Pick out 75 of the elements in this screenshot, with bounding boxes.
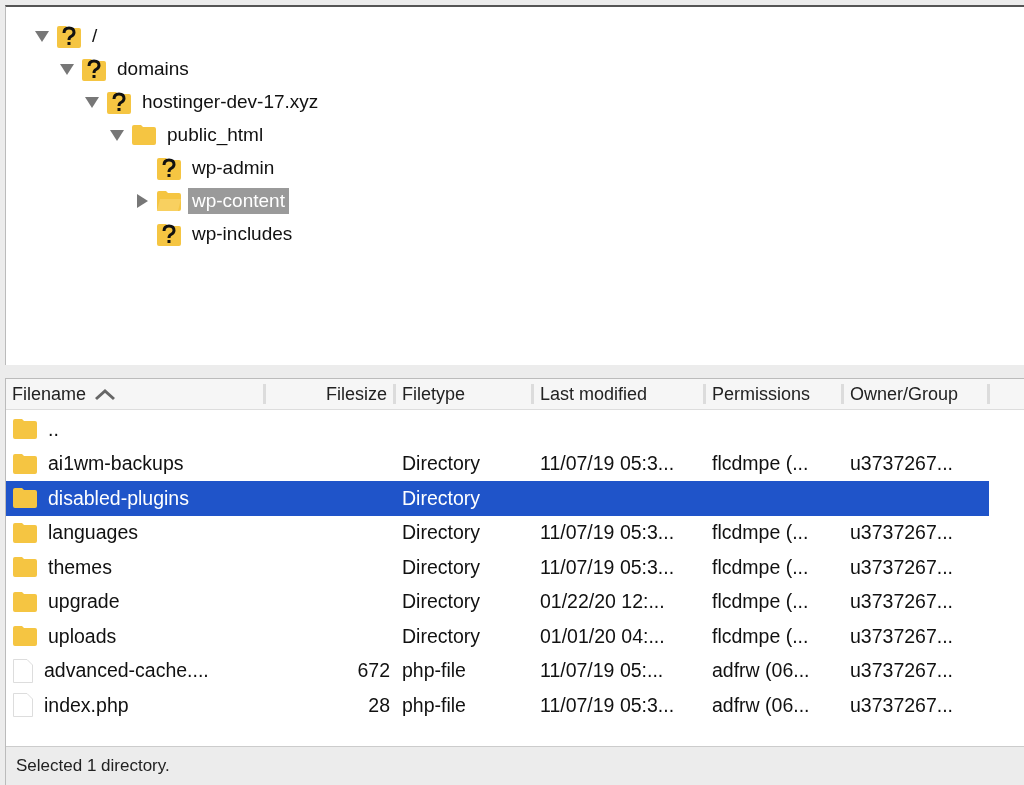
file-row[interactable]: ai1wm-backups Directory 11/07/19 05:3... flcdmpe (... u3737267... (6, 446, 989, 481)
column-header[interactable]: Filetype (402, 383, 466, 405)
file-row[interactable]: index.php 28 php-file 11/07/19 05:3... adfrw (06... u3737267... (6, 688, 989, 723)
file-row[interactable]: .. (6, 412, 989, 447)
file-row[interactable]: advanced-cache.... 672 php-file 11/07/19 05:... adfrw (06... u3737267... (6, 653, 989, 688)
table-cell: flcdmpe (... (712, 555, 809, 579)
table-cell: 11/07/19 05:3... (540, 555, 675, 579)
column-header[interactable]: Permissions (712, 383, 811, 405)
file-icon (12, 692, 34, 719)
table-cell: u3737267... (850, 659, 953, 683)
table-cell: 672 (357, 659, 390, 683)
table-cell: 11/07/19 05:... (540, 659, 664, 683)
table-cell: Directory (402, 521, 480, 545)
table-cell: 28 (368, 693, 390, 717)
tree-item[interactable]: wp-admin (188, 154, 279, 181)
table-cell: 01/01/20 04:... (540, 624, 665, 648)
column-header[interactable]: Owner/Group (850, 383, 959, 405)
table-cell: u3737267... (850, 624, 953, 648)
folder-icon (12, 452, 38, 475)
file-icon (12, 657, 34, 684)
file-row[interactable]: uploads Directory 01/01/20 04:... flcdmpe (... u3737267... (6, 619, 989, 654)
folder-icon (12, 590, 38, 613)
tree-item[interactable]: wp-includes (188, 220, 297, 247)
folder-icon (12, 625, 38, 648)
table-cell: Directory (402, 555, 480, 579)
table-cell: flcdmpe (... (712, 624, 809, 648)
collapsed-arrow-icon[interactable] (134, 192, 150, 209)
table-cell: 11/07/19 05:3... (540, 452, 675, 476)
table-cell: u3737267... (850, 521, 953, 545)
table-cell: flcdmpe (... (712, 521, 809, 545)
file-name: advanced-cache.... (44, 659, 209, 683)
file-name: languages (48, 521, 138, 545)
file-name: disabled-plugins (48, 486, 189, 510)
table-cell: php-file (402, 693, 466, 717)
column-header[interactable]: Filename (12, 383, 87, 405)
file-row[interactable]: upgrade Directory 01/22/20 12:... flcdmpe (... u3737267... (6, 584, 989, 619)
table-cell: 11/07/19 05:3... (540, 693, 675, 717)
folder-icon (12, 556, 38, 579)
table-cell: Directory (402, 624, 480, 648)
file-name: index.php (44, 693, 129, 717)
file-name: themes (48, 555, 112, 579)
file-row[interactable]: disabled-plugins Directory (6, 481, 989, 516)
table-cell: Directory (402, 590, 480, 614)
column-header[interactable]: Filesize (326, 383, 387, 405)
table-cell: u3737267... (850, 693, 953, 717)
column-header[interactable]: Last modified (540, 383, 648, 405)
tree-item[interactable]: hostinger-dev-17.xyz (138, 88, 323, 115)
table-cell: u3737267... (850, 555, 953, 579)
table-cell: u3737267... (850, 590, 953, 614)
file-row[interactable]: languages Directory 11/07/19 05:3... flcdmpe (... u3737267... (6, 515, 989, 550)
table-cell: 11/07/19 05:3... (540, 521, 675, 545)
tree-item[interactable]: / (88, 22, 102, 49)
table-cell: flcdmpe (... (712, 452, 809, 476)
table-cell: Directory (402, 486, 480, 510)
sort-ascending-icon[interactable] (94, 387, 117, 401)
file-row[interactable]: themes Directory 11/07/19 05:3... flcdmpe (... u3737267... (6, 550, 989, 585)
folder-icon (131, 123, 157, 146)
file-name: .. (48, 417, 59, 441)
file-name: uploads (48, 624, 117, 648)
file-name: ai1wm-backups (48, 452, 184, 476)
table-cell: adfrw (06... (712, 659, 810, 683)
folder-icon (12, 521, 38, 544)
folder-icon (12, 487, 38, 510)
file-name: upgrade (48, 590, 120, 614)
table-cell: Directory (402, 452, 480, 476)
folder-icon (12, 418, 38, 441)
table-cell: adfrw (06... (712, 693, 810, 717)
tree-item[interactable]: public_html (163, 121, 268, 148)
table-cell: u3737267... (850, 452, 953, 476)
tree-item[interactable]: domains (113, 55, 193, 82)
status-text: Selected 1 directory. (16, 756, 170, 776)
table-cell: 01/22/20 12:... (540, 590, 665, 614)
open-folder-icon (156, 189, 182, 212)
table-cell: flcdmpe (... (712, 590, 809, 614)
table-cell: php-file (402, 659, 466, 683)
